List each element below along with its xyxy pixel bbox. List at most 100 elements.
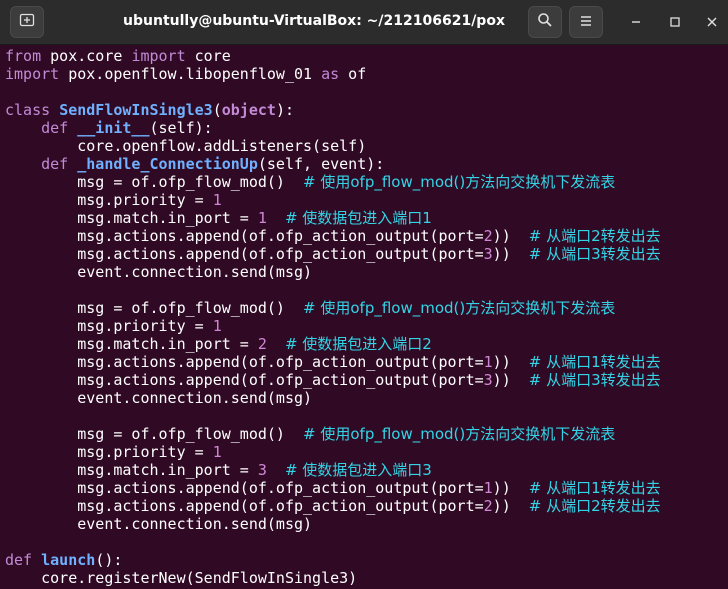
function-name: __init__ [77,119,150,137]
maximize-button[interactable] [665,12,685,32]
code-line: msg = of.ofp_flow_mod() # 使用ofp_flow_mod… [5,425,728,443]
code-text: msg.actions.append(of.ofp_action_output(… [77,353,484,371]
code-line: msg.priority = 1 [5,443,728,461]
number-literal: 1 [257,209,267,227]
number-literal: 3 [483,371,493,389]
code-text: core.registerNew(SendFlowInSingle3) [41,569,358,587]
close-button[interactable] [702,12,722,32]
minimize-icon [630,13,642,32]
comment: # 使数据包进入端口2 [284,335,432,353]
code-text: )) [492,227,511,245]
minimize-button[interactable] [626,12,646,32]
code-text: ( [212,101,222,119]
keyword: def [41,119,69,137]
number-literal: 2 [483,497,493,515]
new-tab-button[interactable] [10,6,44,38]
code-line: msg.priority = 1 [5,191,728,209]
code-text: msg = of.ofp_flow_mod() [77,173,285,191]
code-line: core.registerNew(SendFlowInSingle3) [5,569,728,587]
keyword: def [41,155,69,173]
number-literal: 2 [257,335,267,353]
code-text: (self, event): [257,155,385,173]
code-line: def __init__(self): [5,119,728,137]
number-literal: 1 [483,479,493,497]
code-line: msg = of.ofp_flow_mod() # 使用ofp_flow_mod… [5,299,728,317]
code-text: )) [492,497,511,515]
terminal-content[interactable]: from pox.core import core import pox.ope… [0,46,728,589]
code-line: msg.match.in_port = 3 # 使数据包进入端口3 [5,461,728,479]
code-text: of [339,65,367,83]
code-text: event.connection.send(msg) [77,515,313,533]
code-text: msg.actions.append(of.ofp_action_output(… [77,371,484,389]
search-icon [537,12,553,32]
code-line: msg.actions.append(of.ofp_action_output(… [5,497,728,515]
comment: # 使数据包进入端口1 [284,209,432,227]
code-line: msg.actions.append(of.ofp_action_output(… [5,227,728,245]
code-text: msg.match.in_port = [77,461,258,479]
code-text: msg.actions.append(of.ofp_action_output(… [77,227,484,245]
number-literal: 1 [212,191,222,209]
builtin-name: object [221,101,276,119]
number-literal: 3 [483,245,493,263]
code-line: event.connection.send(msg) [5,263,728,281]
code-line: msg = of.ofp_flow_mod() # 使用ofp_flow_mod… [5,173,728,191]
code-line: event.connection.send(msg) [5,515,728,533]
new-tab-icon [19,12,35,32]
code-line: import pox.openflow.libopenflow_01 as of [5,65,728,83]
maximize-icon [669,13,681,32]
keyword: from [5,47,42,65]
comment: # 从端口1转发出去 [528,479,661,497]
number-literal: 1 [212,443,222,461]
code-text: msg.actions.append(of.ofp_action_output(… [77,245,484,263]
terminal-window: ubuntully@ubuntu-VirtualBox: ~/212106621… [0,0,728,589]
code-text: core.openflow.addListeners(self) [77,137,367,155]
code-text: ): [275,101,294,119]
code-line: event.connection.send(msg) [5,389,728,407]
hamburger-menu-icon [579,13,593,32]
comment: # 使用ofp_flow_mod()方法向交换机下发流表 [303,299,616,317]
close-icon [706,13,718,32]
code-text: msg.match.in_port = [77,209,258,227]
number-literal: 1 [212,317,222,335]
comment: # 使数据包进入端口3 [284,461,432,479]
code-text: msg = of.ofp_flow_mod() [77,425,285,443]
comment: # 使用ofp_flow_mod()方法向交换机下发流表 [303,425,616,443]
code-text: )) [492,479,511,497]
code-line: msg.actions.append(of.ofp_action_output(… [5,479,728,497]
comment: # 从端口1转发出去 [528,353,661,371]
function-name: _handle_ConnectionUp [77,155,258,173]
code-line: core.openflow.addListeners(self) [5,137,728,155]
keyword: import [5,65,60,83]
number-literal: 2 [483,227,493,245]
code-text: )) [492,353,511,371]
code-text: event.connection.send(msg) [77,263,313,281]
search-button[interactable] [528,6,562,38]
keyword: import [131,47,186,65]
code-line: def launch(): [5,551,728,569]
function-name: launch [41,551,96,569]
comment: # 从端口2转发出去 [528,227,661,245]
code-text: msg.priority = [77,443,213,461]
code-line: msg.priority = 1 [5,317,728,335]
code-line: msg.actions.append(of.ofp_action_output(… [5,371,728,389]
number-literal: 3 [257,461,267,479]
code-text: )) [492,245,511,263]
number-literal: 1 [483,353,493,371]
code-text: core [185,47,231,65]
code-line: from pox.core import core [5,47,728,65]
class-name: SendFlowInSingle3 [59,101,213,119]
code-text: (): [95,551,123,569]
code-text: )) [492,371,511,389]
code-line: msg.actions.append(of.ofp_action_output(… [5,245,728,263]
menu-button[interactable] [569,6,603,38]
keyword: def [5,551,33,569]
code-text: msg.actions.append(of.ofp_action_output(… [77,479,484,497]
title-bar[interactable]: ubuntully@ubuntu-VirtualBox: ~/212106621… [0,0,728,45]
window-title: ubuntully@ubuntu-VirtualBox: ~/212106621… [123,13,505,29]
keyword: class [5,101,51,119]
code-text: event.connection.send(msg) [77,389,313,407]
